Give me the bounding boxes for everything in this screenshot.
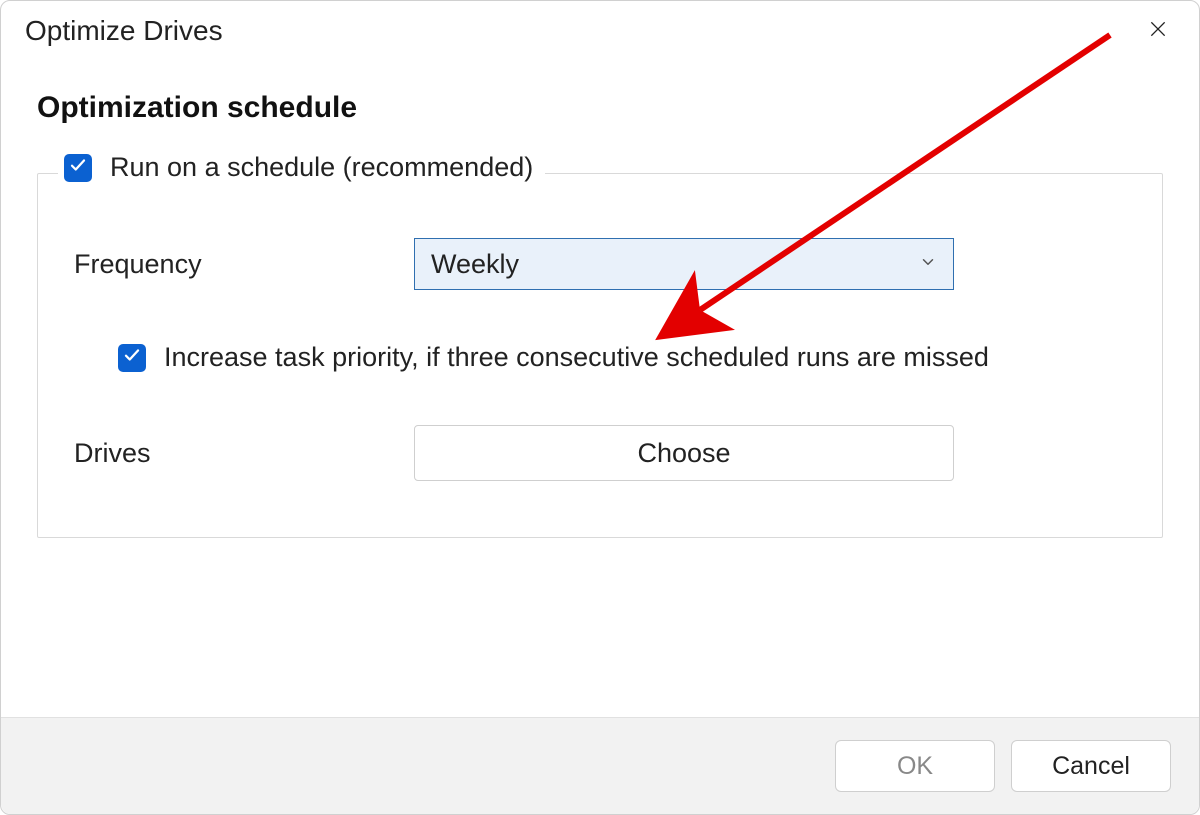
close-icon (1148, 19, 1168, 44)
checkmark-icon (69, 156, 87, 179)
section-heading: Optimization schedule (37, 91, 1163, 125)
ok-button[interactable]: OK (835, 740, 995, 792)
increase-priority-label: Increase task priority, if three consecu… (164, 342, 989, 373)
frequency-label: Frequency (74, 249, 414, 280)
chevron-down-icon (919, 253, 937, 276)
checkmark-icon (123, 346, 141, 369)
titlebar: Optimize Drives (1, 1, 1199, 55)
dialog-footer: OK Cancel (1, 717, 1199, 814)
drives-label: Drives (74, 438, 414, 469)
cancel-button[interactable]: Cancel (1011, 740, 1171, 792)
choose-drives-button[interactable]: Choose (414, 425, 954, 481)
run-on-schedule-checkbox[interactable] (64, 154, 92, 182)
increase-priority-row: Increase task priority, if three consecu… (118, 342, 1126, 373)
frequency-value: Weekly (431, 249, 519, 280)
frequency-select[interactable]: Weekly (414, 238, 954, 290)
drives-row: Drives Choose (74, 425, 1126, 481)
run-on-schedule-label: Run on a schedule (recommended) (110, 152, 533, 183)
schedule-groupbox: Run on a schedule (recommended) Frequenc… (37, 173, 1163, 538)
optimize-drives-dialog: Optimize Drives Optimization schedule (0, 0, 1200, 815)
close-button[interactable] (1135, 11, 1181, 51)
increase-priority-checkbox[interactable] (118, 344, 146, 372)
frequency-row: Frequency Weekly (74, 238, 1126, 290)
dialog-content: Optimization schedule Run on a schedule … (1, 55, 1199, 717)
window-title: Optimize Drives (25, 15, 223, 47)
group-legend: Run on a schedule (recommended) (58, 152, 545, 183)
